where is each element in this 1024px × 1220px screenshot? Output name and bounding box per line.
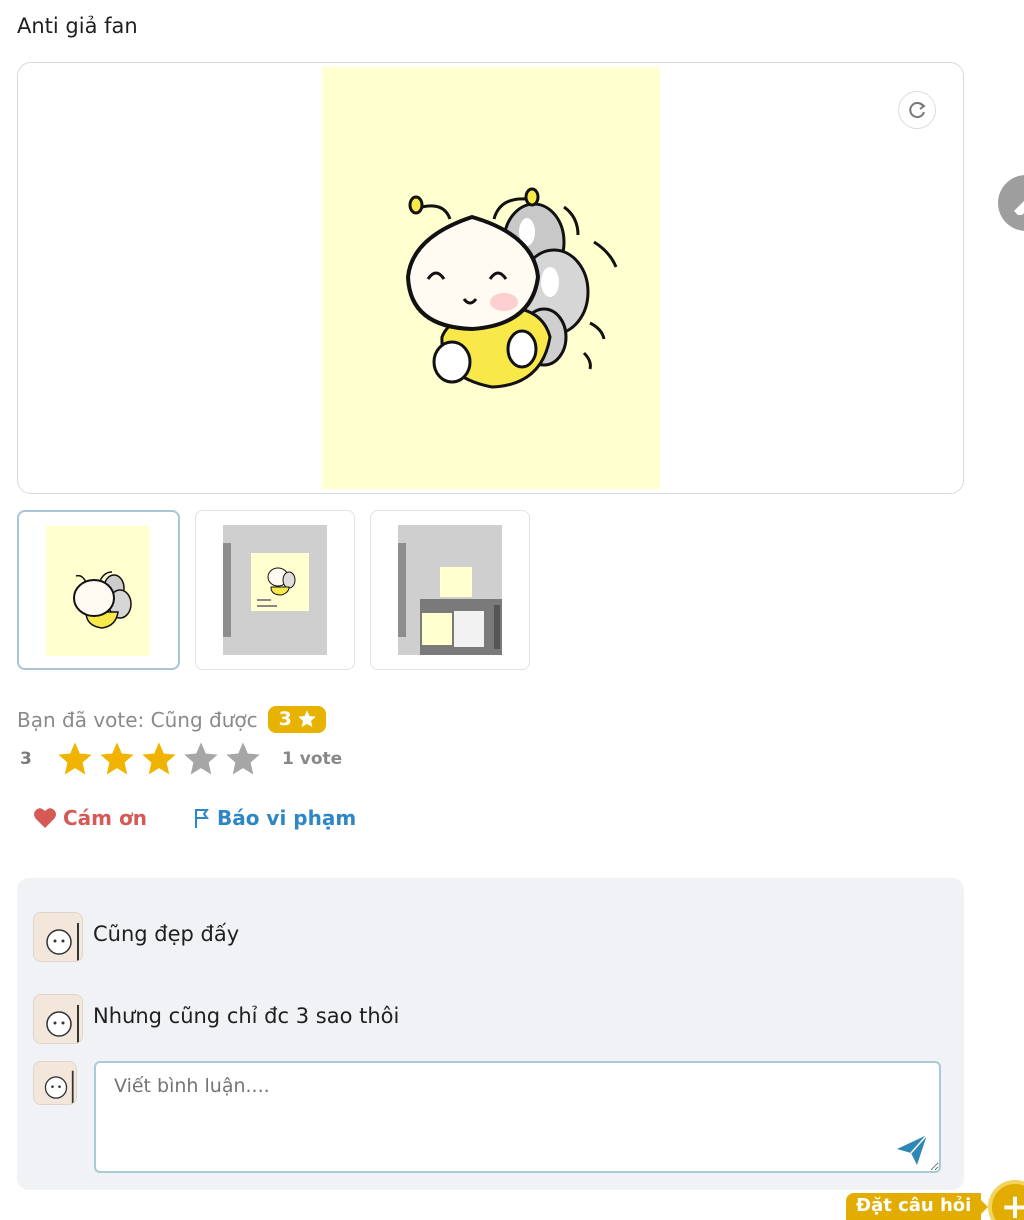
main-image[interactable]	[322, 67, 660, 489]
report-label: Báo vi phạm	[216, 806, 357, 830]
send-comment-button[interactable]	[895, 1133, 929, 1167]
comment-text: Nhưng cũng chỉ đc 3 sao thôi	[93, 1004, 400, 1028]
bee-thumbnail-image	[46, 526, 150, 656]
heart-icon	[34, 808, 56, 828]
current-user-avatar[interactable]	[33, 1061, 77, 1105]
add-fab-button[interactable]: +	[988, 1180, 1024, 1220]
star-filled-icon[interactable]	[140, 740, 178, 778]
avatar[interactable]	[33, 912, 83, 962]
your-vote-label: Bạn đã vote: Cũng được	[17, 707, 258, 732]
rating-value: 3	[20, 749, 32, 769]
comments-section: Cũng đẹp đấy Nhưng cũng chỉ đc 3 sao thô…	[17, 878, 964, 1190]
bee-illustration	[322, 67, 660, 489]
star-empty-icon[interactable]	[182, 740, 220, 778]
comment-item: Nhưng cũng chỉ đc 3 sao thôi	[33, 994, 399, 1044]
post-actions: Cám ơn Báo vi phạm	[33, 806, 356, 830]
user-avatar-image	[34, 1062, 76, 1104]
rotate-icon	[909, 102, 926, 119]
flag-icon	[194, 809, 209, 828]
vote-badge: 3	[267, 706, 326, 733]
thumbnail-1[interactable]	[17, 510, 180, 670]
star-filled-icon[interactable]	[56, 740, 94, 778]
comment-input[interactable]	[94, 1061, 941, 1173]
star-filled-icon[interactable]	[98, 740, 136, 778]
comment-item: Cũng đẹp đấy	[33, 912, 239, 962]
star-empty-icon[interactable]	[224, 740, 262, 778]
app-screenshot-thumbnail-image	[223, 525, 327, 655]
vote-count: 1 vote	[282, 749, 343, 769]
your-vote-line: Bạn đã vote: Cũng được 3	[17, 706, 326, 733]
image-viewer	[17, 62, 964, 494]
avatar[interactable]	[33, 994, 83, 1044]
comment-text: Cũng đẹp đấy	[93, 922, 240, 946]
ask-button-tail	[974, 1193, 988, 1220]
thank-label: Cám ơn	[63, 806, 147, 830]
vote-badge-value: 3	[278, 708, 292, 730]
rating-row: 3 1 vote	[20, 740, 342, 778]
thumbnail-3[interactable]	[370, 510, 530, 670]
star-rating	[56, 740, 262, 778]
star-icon	[298, 710, 316, 728]
send-icon	[897, 1134, 928, 1165]
rotate-button[interactable]	[898, 91, 936, 129]
user-avatar-image	[34, 913, 82, 961]
app-screenshot-thumbnail-image	[398, 525, 502, 655]
post-title: Anti giả fan	[17, 14, 138, 38]
ask-question-button[interactable]: Đặt câu hỏi	[846, 1193, 982, 1220]
report-button[interactable]: Báo vi phạm	[193, 806, 356, 830]
thumbnail-2[interactable]	[195, 510, 355, 670]
thank-button[interactable]: Cám ơn	[33, 806, 147, 830]
edit-fab-button[interactable]	[998, 175, 1024, 231]
pencil-icon	[1014, 201, 1024, 215]
user-avatar-image	[34, 995, 82, 1043]
